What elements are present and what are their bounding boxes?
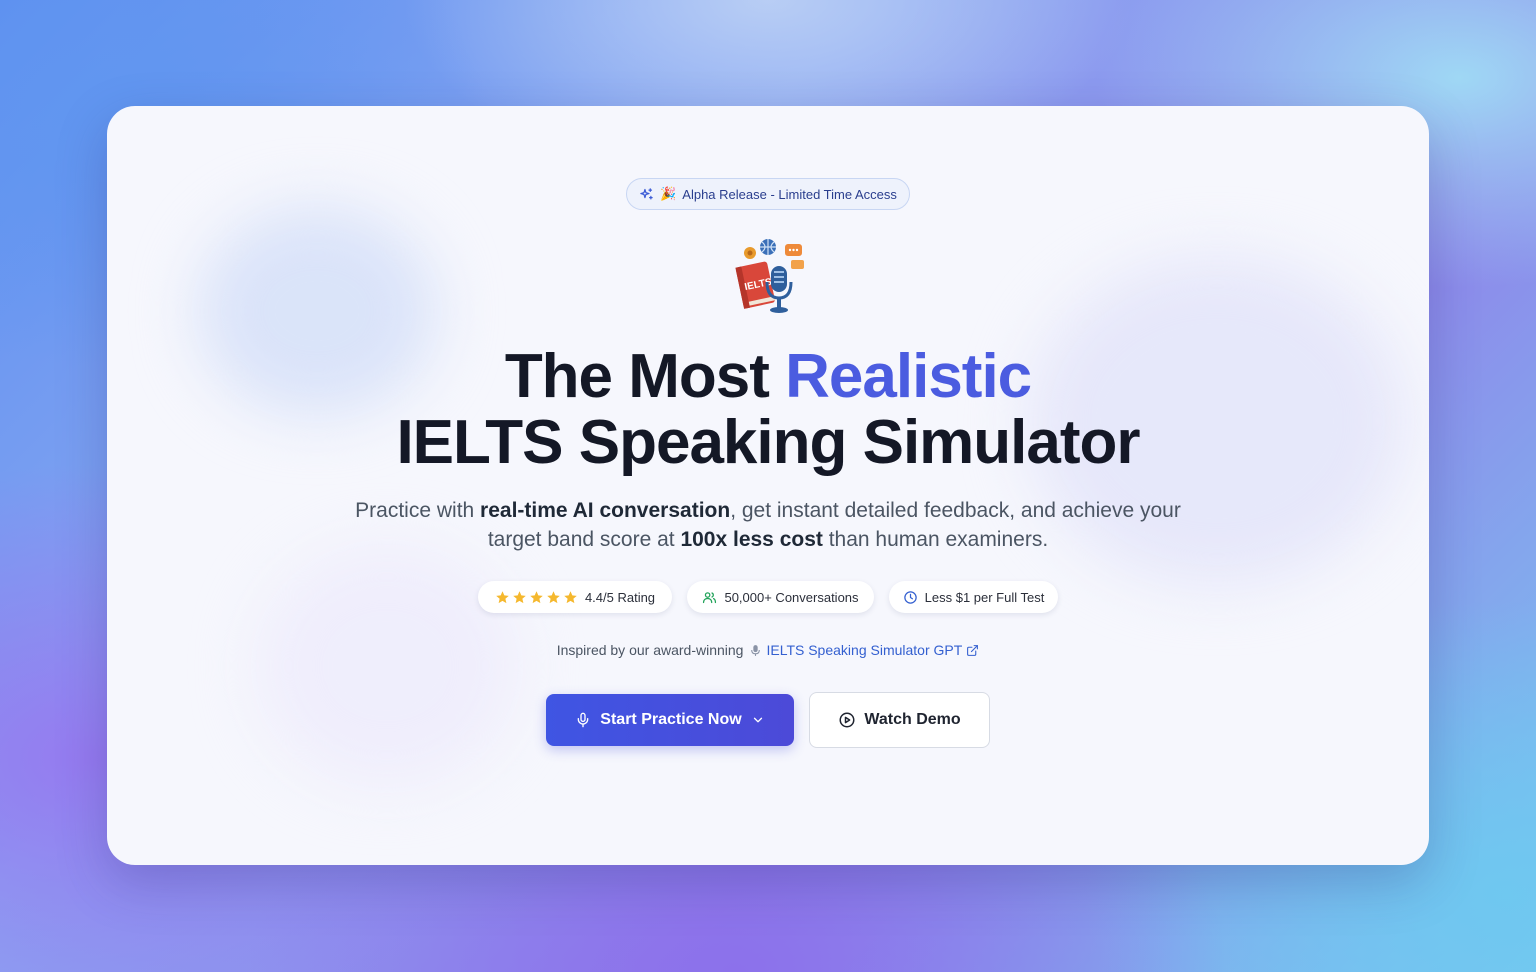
title-line-1: The Most Realistic: [107, 344, 1429, 410]
watch-demo-button[interactable]: Watch Demo: [809, 692, 990, 748]
subtitle-text-3: than human examiners.: [822, 528, 1049, 551]
cost-text: Less $1 per Full Test: [924, 589, 1045, 605]
star-icon: [564, 590, 577, 603]
microphone-emoji-icon: [751, 644, 761, 656]
star-icon: [547, 590, 560, 603]
title-part-1: The Most: [504, 342, 786, 411]
start-practice-button[interactable]: Start Practice Now: [546, 694, 794, 746]
title-accent: Realistic: [785, 342, 1032, 411]
play-circle-icon: [839, 712, 855, 728]
watch-demo-label: Watch Demo: [864, 711, 961, 728]
chevron-down-icon: [753, 717, 762, 723]
rating-stat: 4.4/5 Rating: [478, 581, 672, 613]
gpt-link-text[interactable]: IELTS Speaking Simulator GPT: [766, 642, 962, 658]
ielts-book-microphone-icon: IELTS: [735, 239, 804, 313]
start-practice-label: Start Practice Now: [600, 711, 742, 728]
inspired-text: Inspired by our award-winning: [556, 642, 744, 658]
alpha-release-badge: 🎉 Alpha Release - Limited Time Access: [626, 178, 910, 210]
inspired-by-line: Inspired by our award-winning IELTS Spea…: [107, 642, 1429, 658]
badge-text: Alpha Release - Limited Time Access: [682, 186, 897, 202]
rating-stars: [495, 590, 578, 605]
conversations-stat: 50,000+ Conversations: [687, 581, 874, 613]
microphone-icon: [577, 712, 589, 728]
users-icon: [703, 591, 717, 603]
star-icon: [513, 590, 526, 603]
party-emoji: 🎉: [660, 186, 677, 201]
star-icon: [530, 590, 543, 603]
hero-card: 🎉 Alpha Release - Limited Time Access IE…: [107, 106, 1429, 865]
subtitle-bold-2: 100x less cost: [680, 528, 823, 551]
decorative-blob: [257, 546, 517, 786]
external-link-icon: [967, 644, 979, 656]
subtitle: Practice with real-time AI conversation,…: [343, 496, 1193, 554]
star-icon: [496, 590, 509, 603]
rating-text: 4.4/5 Rating: [584, 589, 656, 605]
sparkles-icon: [640, 187, 653, 199]
subtitle-bold-1: real-time AI conversation: [480, 499, 731, 522]
clock-icon: [903, 590, 917, 604]
subtitle-text-1: Practice with: [355, 499, 481, 522]
gpt-link[interactable]: IELTS Speaking Simulator GPT: [749, 642, 979, 658]
cost-stat: Less $1 per Full Test: [889, 581, 1058, 613]
page-title: The Most Realistic IELTS Speaking Simula…: [107, 344, 1429, 476]
conversations-text: 50,000+ Conversations: [724, 589, 859, 605]
title-line-2: IELTS Speaking Simulator: [396, 408, 1140, 477]
